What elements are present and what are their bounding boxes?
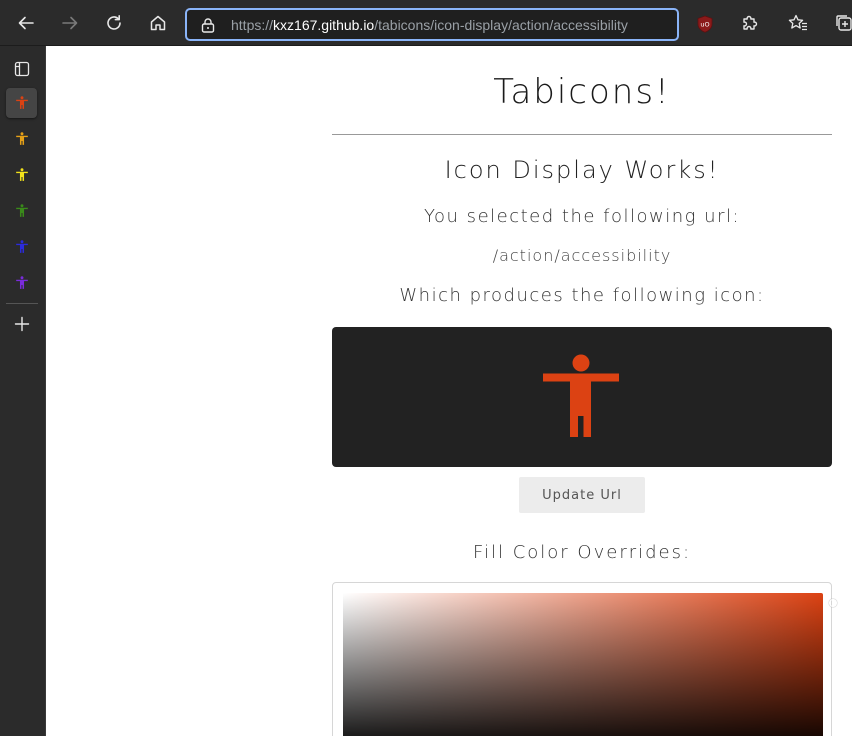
vertical-tab-sidebar [0,46,46,736]
collections-icon[interactable] [830,8,852,38]
url-prefix: https:// [231,16,274,33]
tab-accessibility-red[interactable] [6,88,37,118]
new-tab-plus-icon[interactable] [6,309,37,339]
update-url-button[interactable]: Update Url [519,477,645,513]
url-host: kxz167.github.io [273,16,375,33]
refresh-icon[interactable] [100,8,128,38]
home-icon[interactable] [144,8,172,38]
page-title: Tabicons! [493,72,671,112]
extension-badge-text: uO [700,21,709,29]
tab-accessibility-yellow[interactable] [6,160,37,190]
accessibility-icon [15,168,28,181]
selected-url-label: You selected the following url: [423,206,741,227]
ublock-extension-icon[interactable]: uO [697,15,713,33]
accessibility-icon [15,276,28,289]
web-page: Tabicons! Icon Display Works! You select… [46,46,852,736]
fill-color-overrides-title: Fill Color Overrides: [472,542,692,563]
tab-accessibility-orange[interactable] [6,124,37,154]
color-picker [332,582,837,736]
forward-icon[interactable] [56,8,84,38]
lock-icon[interactable] [201,17,217,33]
icon-preview-panel [332,327,832,467]
extensions-puzzle-icon[interactable] [736,8,764,38]
saturation-value-area[interactable] [343,593,837,736]
selected-url-value: /action/accessibility [492,246,672,265]
tab-actions-menu-icon[interactable] [6,54,37,84]
accessibility-icon [15,96,28,109]
accessibility-icon [15,132,28,145]
favorites-icon[interactable] [784,8,812,38]
url-path: /tabicons/icon-display/action/accessibil… [374,16,628,33]
accessibility-icon [543,354,619,437]
address-bar[interactable]: https://kxz167.github.io/tabicons/icon-d… [185,8,679,41]
tab-accessibility-green[interactable] [6,196,37,226]
accessibility-icon [15,204,28,217]
color-picker-handle[interactable] [829,599,837,607]
page-subtitle: Icon Display Works! [444,156,720,184]
sidebar-divider [6,303,38,304]
browser-toolbar: https://kxz167.github.io/tabicons/icon-d… [0,0,852,46]
accessibility-icon [15,240,28,253]
tab-accessibility-blue[interactable] [6,232,37,262]
tab-accessibility-purple[interactable] [6,268,37,298]
produces-icon-label: Which produces the following icon: [399,285,765,306]
url-text: https://kxz167.github.io/tabicons/icon-d… [231,17,628,33]
back-icon[interactable] [12,8,40,38]
title-divider [332,134,832,135]
